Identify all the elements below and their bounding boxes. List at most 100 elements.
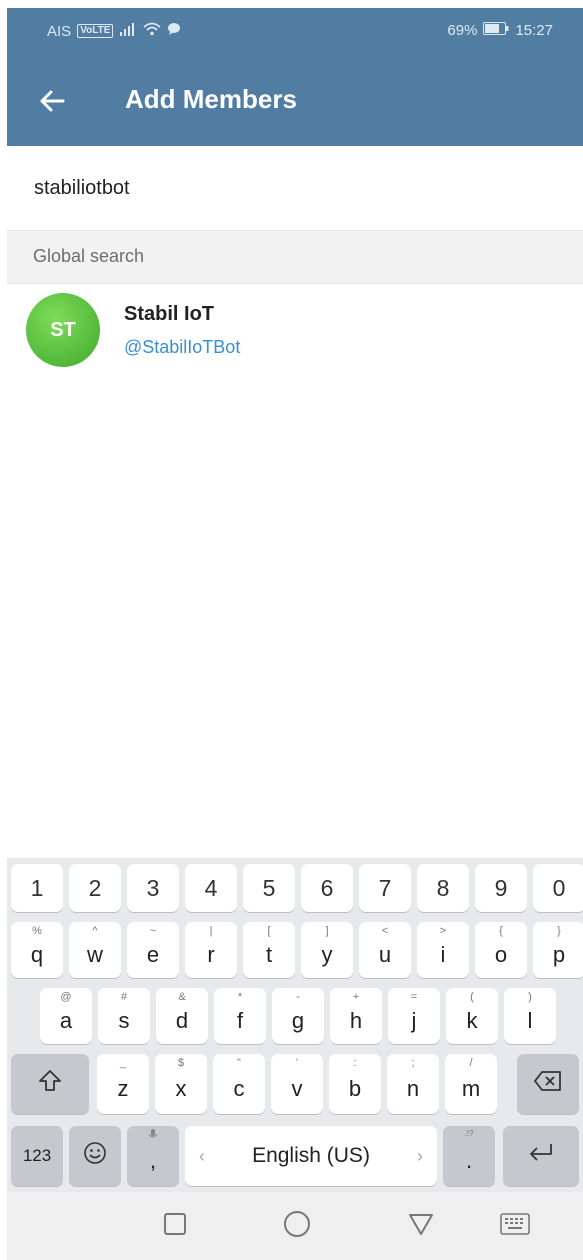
wifi-icon [143, 22, 161, 40]
key-9[interactable]: 9 [475, 864, 527, 912]
key-p[interactable]: } p [533, 922, 583, 978]
key-3[interactable]: 3 [127, 864, 179, 912]
search-result-row[interactable]: ST Stabil IoT @StabilIoTBot [0, 283, 583, 375]
avatar: ST [26, 293, 100, 367]
backspace-key[interactable] [517, 1054, 579, 1114]
enter-key[interactable] [503, 1126, 579, 1186]
key-label: p [552, 942, 566, 967]
key-t[interactable]: [t [243, 922, 295, 978]
home-button[interactable] [277, 1206, 317, 1246]
key-5[interactable]: 5 [243, 864, 295, 912]
keyboard-toggle-button[interactable] [495, 1206, 535, 1246]
search-row [0, 146, 583, 230]
key-hint: ] [325, 925, 329, 937]
key-y[interactable]: ] y [301, 922, 353, 978]
key-label: e [146, 942, 160, 967]
key-n[interactable]: ; n [387, 1054, 439, 1114]
backspace-icon [533, 1070, 563, 1098]
key-o[interactable]: {o [475, 922, 527, 978]
status-bar: AIS VoLTE 69% 15:27 [7, 8, 583, 58]
result-name: Stabil IoT [124, 303, 214, 325]
global-search-header: Global search [7, 230, 583, 284]
toolbar: Add Members [7, 58, 583, 146]
key-l[interactable]: ) l [504, 988, 556, 1044]
carrier-label: AIS [47, 22, 72, 40]
key-hint: " [237, 1057, 241, 1069]
key-hint: # [120, 991, 128, 1003]
key-r[interactable]: | r [185, 922, 237, 978]
key-hint: ~ [149, 925, 157, 937]
key-g[interactable]: -g [272, 988, 324, 1044]
key-label: s [118, 1008, 130, 1033]
key-4[interactable]: 4 [185, 864, 237, 912]
space-label: English (US) [252, 1144, 370, 1167]
key-0[interactable]: 0 [533, 864, 583, 912]
period-key[interactable]: .!?. [443, 1126, 495, 1186]
symbols-label: 123 [22, 1146, 52, 1165]
key-hint: ^ [92, 925, 98, 937]
key-label: h [349, 1008, 363, 1033]
key-label: 8 [436, 874, 450, 901]
key-2[interactable]: 2 [69, 864, 121, 912]
search-input[interactable] [34, 170, 554, 206]
avatar-initials: ST [50, 318, 76, 341]
key-i[interactable]: > i [417, 922, 469, 978]
nav-back-button[interactable] [401, 1206, 441, 1246]
result-username: @StabilIoTBot [124, 337, 241, 357]
key-hint: { [499, 925, 503, 937]
key-hint: _ [119, 1057, 127, 1069]
key-hint: @ [60, 991, 72, 1003]
key-hint: ' [295, 1057, 299, 1069]
key-label: r [207, 942, 215, 967]
key-f[interactable]: * f [214, 988, 266, 1044]
comma-key[interactable]: , [127, 1126, 179, 1186]
key-1[interactable]: 1 [11, 864, 63, 912]
key-label: 3 [146, 874, 160, 901]
back-button[interactable] [29, 80, 75, 126]
key-k[interactable]: (k [446, 988, 498, 1044]
space-bar[interactable]: ‹ English (US) › [185, 1126, 437, 1186]
key-u[interactable]: < u [359, 922, 411, 978]
section-header-label: Global search [33, 246, 145, 266]
key-m[interactable]: / m [445, 1054, 497, 1114]
period-label: . [465, 1148, 473, 1173]
key-q[interactable]: % q [11, 922, 63, 978]
key-hint: & [178, 991, 186, 1003]
key-label: d [175, 1008, 189, 1033]
key-hint: % [32, 925, 42, 937]
key-label: q [30, 942, 44, 967]
key-label: j [411, 1008, 417, 1033]
key-7[interactable]: 7 [359, 864, 411, 912]
key-a[interactable]: @ a [40, 988, 92, 1044]
key-label: 6 [320, 874, 334, 901]
key-j[interactable]: = j [388, 988, 440, 1044]
key-8[interactable]: 8 [417, 864, 469, 912]
page-title: Add Members [125, 84, 297, 114]
space-left-arrow: ‹ [199, 1145, 205, 1166]
emoji-key[interactable] [69, 1126, 121, 1186]
symbols-key[interactable]: 123 [11, 1126, 63, 1186]
signal-icon [119, 22, 137, 40]
recents-button[interactable] [155, 1206, 195, 1246]
key-d[interactable]: & d [156, 988, 208, 1044]
key-z[interactable]: _ z [97, 1054, 149, 1114]
key-label: a [59, 1008, 73, 1033]
key-label: m [461, 1076, 481, 1101]
key-v[interactable]: ' v [271, 1054, 323, 1114]
key-h[interactable]: + h [330, 988, 382, 1044]
key-x[interactable]: $ x [155, 1054, 207, 1114]
shift-key[interactable] [11, 1054, 89, 1114]
key-label: v [291, 1076, 303, 1101]
key-e[interactable]: ~ e [127, 922, 179, 978]
key-label: g [291, 1008, 305, 1033]
key-6[interactable]: 6 [301, 864, 353, 912]
key-b[interactable]: :b [329, 1054, 381, 1114]
key-s[interactable]: # s [98, 988, 150, 1044]
key-label: 7 [378, 874, 392, 901]
key-label: o [494, 942, 508, 967]
key-hint: < [381, 925, 389, 937]
battery-percent: 69% [447, 22, 478, 39]
battery-icon [483, 22, 509, 39]
key-w[interactable]: ^ w [69, 922, 121, 978]
key-c[interactable]: " c [213, 1054, 265, 1114]
